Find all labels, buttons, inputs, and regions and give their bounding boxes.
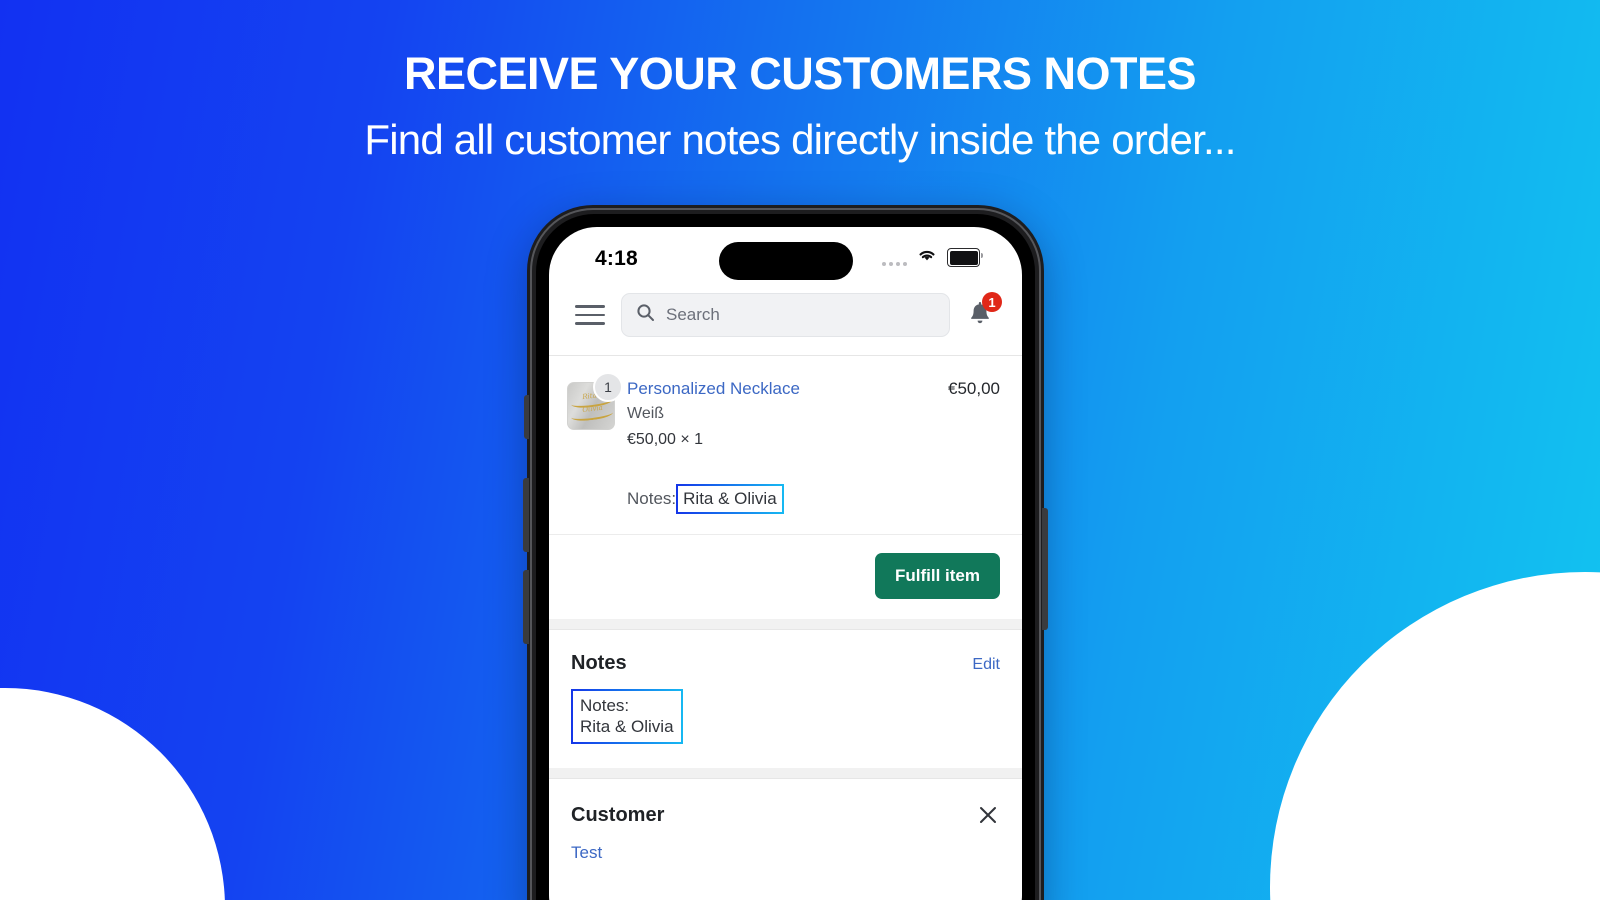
order-detail-body: Rita Olivia 1 Personalized Necklace Weiß… (549, 355, 1022, 888)
customer-card-header: Customer (549, 779, 1022, 827)
close-icon[interactable] (976, 803, 1000, 827)
customer-name-link[interactable]: Test (571, 843, 602, 862)
phone-mute-switch[interactable] (524, 395, 529, 439)
customer-card: Customer Test (549, 778, 1022, 888)
customer-card-title: Customer (571, 803, 665, 826)
promo-headline: RECEIVE YOUR CUSTOMERS NOTES (404, 48, 1196, 99)
line-item-notes-value: Rita & Olivia (676, 483, 784, 514)
wifi-icon (916, 247, 938, 268)
line-item-quantity-badge: 1 (593, 372, 623, 402)
line-item-notes: Notes: Rita & Olivia (549, 483, 1022, 534)
notes-card: Notes Edit Notes: Rita & Olivia (549, 628, 1022, 769)
hamburger-menu-icon[interactable] (575, 305, 605, 325)
notifications-bell-button[interactable]: 1 (966, 292, 1002, 333)
customer-card-body: Test (549, 827, 1022, 887)
app-top-nav: Search 1 (549, 287, 1022, 355)
line-item-total-price: €50,00 (948, 379, 1000, 398)
notes-card-header: Notes Edit (549, 630, 1022, 675)
phone-volume-up-button[interactable] (523, 478, 529, 552)
notes-card-value-label: Notes: (580, 695, 630, 715)
bell-icon (966, 302, 994, 333)
search-icon (636, 303, 655, 327)
phone-volume-down-button[interactable] (523, 570, 529, 644)
decorative-circle-right (1270, 572, 1600, 900)
notes-card-value: Notes: Rita & Olivia (571, 688, 683, 745)
line-item-title-link[interactable]: Personalized Necklace (627, 378, 934, 401)
fulfill-action-row: Fulfill item (549, 533, 1022, 619)
dynamic-island (718, 242, 853, 280)
line-item-row: Rita Olivia 1 Personalized Necklace Weiß… (549, 356, 1022, 473)
phone-mockup: 4:18 Search 1 Rita Olivia 1 Personalized… (523, 205, 1048, 900)
line-item-notes-label: Notes: (627, 488, 677, 508)
fulfill-item-button[interactable]: Fulfill item (875, 552, 1000, 599)
promo-text-block: RECEIVE YOUR CUSTOMERS NOTES Find all cu… (0, 0, 1600, 164)
notes-card-value-text: Rita & Olivia (580, 717, 674, 737)
decorative-circle-left (0, 688, 225, 900)
line-item-details: Personalized Necklace Weiß €50,00 × 1 (627, 378, 934, 453)
notes-card-title: Notes (571, 651, 627, 674)
line-item-variant: Weiß (627, 404, 665, 422)
search-placeholder: Search (666, 305, 720, 324)
search-input[interactable]: Search (621, 293, 950, 337)
product-thumbnail-necklace[interactable]: Rita Olivia 1 (567, 372, 623, 430)
line-item-unit-price: €50,00 × 1 (627, 430, 704, 448)
notification-badge-count: 1 (982, 292, 1002, 312)
status-bar-time: 4:18 (595, 247, 638, 270)
notes-edit-link[interactable]: Edit (972, 656, 1000, 674)
status-bar: 4:18 (549, 227, 1022, 287)
phone-screen: 4:18 Search 1 Rita Olivia 1 Personalized… (549, 227, 1022, 900)
notes-card-body: Notes: Rita & Olivia (549, 675, 1022, 769)
line-item-card: Rita Olivia 1 Personalized Necklace Weiß… (549, 355, 1022, 619)
promo-subheadline: Find all customer notes directly inside … (364, 115, 1236, 163)
phone-power-button[interactable] (1042, 508, 1048, 630)
battery-icon (947, 248, 983, 267)
promo-banner: RECEIVE YOUR CUSTOMERS NOTES Find all cu… (0, 0, 1600, 900)
signal-dots-icon (882, 250, 907, 266)
status-bar-indicators (882, 247, 983, 268)
